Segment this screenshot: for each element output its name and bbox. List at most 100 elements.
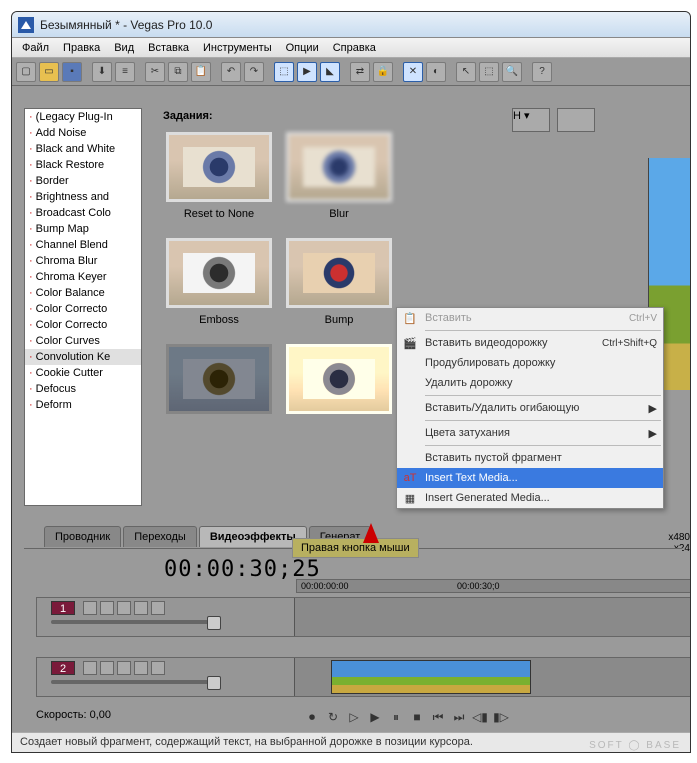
snap-icon[interactable]: ⬚ xyxy=(274,62,294,82)
properties-icon[interactable]: ≡ xyxy=(115,62,135,82)
help-icon[interactable]: ? xyxy=(532,62,552,82)
plugin-item[interactable]: Broadcast Colo xyxy=(25,205,141,221)
go-start-icon[interactable]: ⏮ xyxy=(430,709,446,725)
ctx-delete-track[interactable]: Удалить дорожку xyxy=(397,373,663,393)
fx-icon[interactable] xyxy=(100,601,114,615)
edit-tool-icon[interactable]: ↖ xyxy=(456,62,476,82)
plugin-item[interactable]: Color Balance xyxy=(25,285,141,301)
marker-icon[interactable]: ▶ xyxy=(297,62,317,82)
plugin-item[interactable]: Black Restore xyxy=(25,157,141,173)
new-icon[interactable]: ▢ xyxy=(16,62,36,82)
render-icon[interactable]: ⬇ xyxy=(92,62,112,82)
dropdown-h[interactable]: Н ▾ xyxy=(512,108,550,132)
plugin-item[interactable]: Deform xyxy=(25,397,141,413)
plugin-item[interactable]: Border xyxy=(25,173,141,189)
video-track-2[interactable]: 2 xyxy=(36,657,691,697)
save-icon[interactable]: ▪ xyxy=(62,62,82,82)
ctx-insert-generated-media[interactable]: ▦Insert Generated Media... xyxy=(397,488,663,508)
plugin-item[interactable]: Cookie Cutter xyxy=(25,365,141,381)
ruler-tick: 00:00:30;0 xyxy=(457,581,500,591)
plugin-item[interactable]: Black and White xyxy=(25,141,141,157)
open-icon[interactable]: ▭ xyxy=(39,62,59,82)
crossfade-icon[interactable]: ✕ xyxy=(403,62,423,82)
panel-dock[interactable] xyxy=(557,108,595,132)
plugin-item[interactable]: Chroma Keyer xyxy=(25,269,141,285)
plugin-item[interactable]: Color Curves xyxy=(25,333,141,349)
paste-icon[interactable]: 📋 xyxy=(191,62,211,82)
mute-icon[interactable] xyxy=(134,661,148,675)
plugin-panel: (Legacy Plug-InAdd NoiseBlack and WhiteB… xyxy=(24,108,142,506)
preset-5[interactable] xyxy=(165,344,273,420)
solo-icon[interactable] xyxy=(151,601,165,615)
video-clip[interactable] xyxy=(331,660,531,694)
plugin-item[interactable]: Bump Map xyxy=(25,221,141,237)
plugin-item[interactable]: Add Noise xyxy=(25,125,141,141)
bypass-icon[interactable] xyxy=(83,601,97,615)
record-icon[interactable]: ⏺ xyxy=(304,709,320,725)
titlebar[interactable]: Безымянный * - Vegas Pro 10.0 xyxy=(12,12,690,38)
menu-help[interactable]: Справка xyxy=(327,40,382,56)
time-ruler[interactable]: 00:00:00:00 00:00:30;0 xyxy=(296,579,691,593)
zoom-tool-icon[interactable]: 🔍 xyxy=(502,62,522,82)
play-start-icon[interactable]: ▷ xyxy=(346,709,362,725)
main-toolbar: ▢ ▭ ▪ ⬇ ≡ ✂ ⧉ 📋 ↶ ↷ ⬚ ▶ ◣ ⇄ 🔒 ✕ ◐ ↖ ⬚ 🔍 … xyxy=(12,58,690,86)
cut-icon[interactable]: ✂ xyxy=(145,62,165,82)
copy-icon[interactable]: ⧉ xyxy=(168,62,188,82)
track-header-1: 1 xyxy=(37,598,295,636)
tab-explorer[interactable]: Проводник xyxy=(44,526,121,547)
preset-bump[interactable]: Bump xyxy=(285,238,393,326)
stop-icon[interactable]: ■ xyxy=(409,709,425,725)
ctx-paste: 📋ВставитьCtrl+V xyxy=(397,308,663,328)
ctx-insert-video-track[interactable]: 🎬Вставить видеодорожкуCtrl+Shift+Q xyxy=(397,333,663,353)
redo-icon[interactable]: ↷ xyxy=(244,62,264,82)
tab-videofx[interactable]: Видеоэффекты xyxy=(199,526,307,547)
ctx-insert-empty[interactable]: Вставить пустой фрагмент xyxy=(397,448,663,468)
plugin-item[interactable]: Defocus xyxy=(25,381,141,397)
fx-icon[interactable] xyxy=(100,661,114,675)
bypass-icon[interactable] xyxy=(83,661,97,675)
plugin-list: (Legacy Plug-InAdd NoiseBlack and WhiteB… xyxy=(25,109,141,413)
speed-label: Скорость: 0,00 xyxy=(36,709,111,721)
menu-insert[interactable]: Вставка xyxy=(142,40,195,56)
video-track-1[interactable]: 1 xyxy=(36,597,691,637)
ctx-envelope[interactable]: Вставить/Удалить огибающую▶ xyxy=(397,398,663,418)
tool1-icon[interactable]: ◐ xyxy=(426,62,446,82)
plugin-item[interactable]: Chroma Blur xyxy=(25,253,141,269)
lock-icon[interactable]: 🔒 xyxy=(373,62,393,82)
pause-icon[interactable]: ⏸ xyxy=(388,709,404,725)
level-slider[interactable] xyxy=(51,620,221,624)
plugin-item[interactable]: (Legacy Plug-In xyxy=(25,109,141,125)
menu-options[interactable]: Опции xyxy=(280,40,325,56)
ctx-fade-colors[interactable]: Цвета затухания▶ xyxy=(397,423,663,443)
tab-transitions[interactable]: Переходы xyxy=(123,526,197,547)
menu-edit[interactable]: Правка xyxy=(57,40,106,56)
menu-file[interactable]: Файл xyxy=(16,40,55,56)
plugin-item[interactable]: Color Correcto xyxy=(25,317,141,333)
quantize-icon[interactable]: ◣ xyxy=(320,62,340,82)
ctx-duplicate-track[interactable]: Продублировать дорожку xyxy=(397,353,663,373)
undo-icon[interactable]: ↶ xyxy=(221,62,241,82)
automation-icon[interactable] xyxy=(117,601,131,615)
menu-tools[interactable]: Инструменты xyxy=(197,40,278,56)
next-frame-icon[interactable]: ▮▷ xyxy=(493,709,509,725)
plugin-item[interactable]: Brightness and xyxy=(25,189,141,205)
level-slider[interactable] xyxy=(51,680,221,684)
preset-reset[interactable]: Reset to None xyxy=(165,132,273,220)
preset-emboss[interactable]: Emboss xyxy=(165,238,273,326)
mute-icon[interactable] xyxy=(134,601,148,615)
plugin-item[interactable]: Color Correcto xyxy=(25,301,141,317)
solo-icon[interactable] xyxy=(151,661,165,675)
play-icon[interactable]: ▶ xyxy=(367,709,383,725)
plugin-item[interactable]: Channel Blend xyxy=(25,237,141,253)
preset-blur[interactable]: Blur xyxy=(285,132,393,220)
prev-frame-icon[interactable]: ◁▮ xyxy=(472,709,488,725)
preset-6[interactable] xyxy=(285,344,393,420)
go-end-icon[interactable]: ⏭ xyxy=(451,709,467,725)
loop-icon[interactable]: ↻ xyxy=(325,709,341,725)
ripple-icon[interactable]: ⇄ xyxy=(350,62,370,82)
ctx-insert-text-media[interactable]: aTInsert Text Media... xyxy=(397,468,663,488)
menu-view[interactable]: Вид xyxy=(108,40,140,56)
plugin-item[interactable]: Convolution Ke xyxy=(25,349,141,365)
automation-icon[interactable] xyxy=(117,661,131,675)
select-tool-icon[interactable]: ⬚ xyxy=(479,62,499,82)
